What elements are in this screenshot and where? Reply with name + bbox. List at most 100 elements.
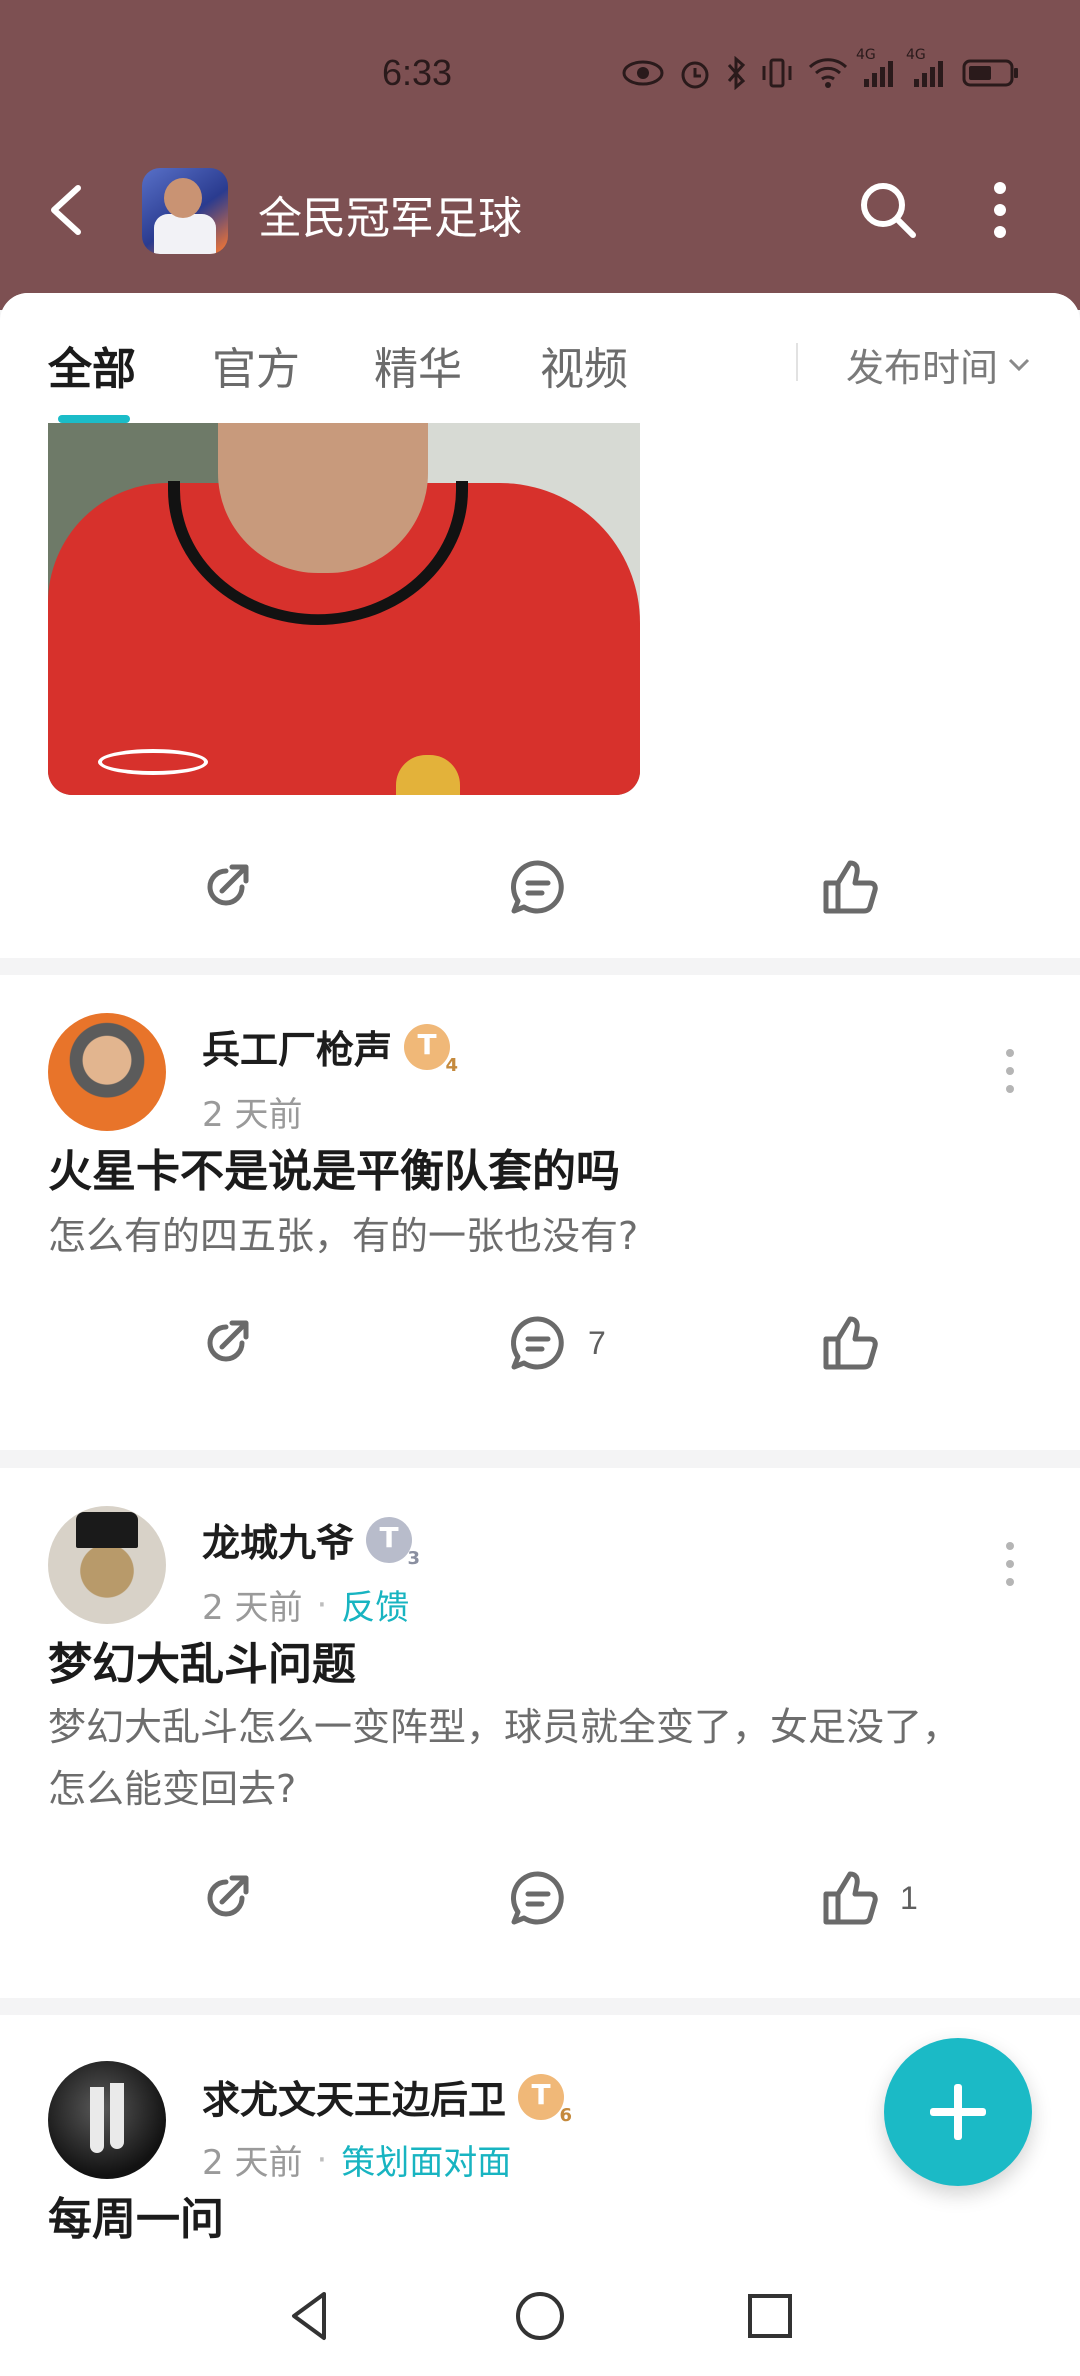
author-name-text: 求尤文天王边后卫 bbox=[202, 2078, 507, 2122]
tab-all[interactable]: 全部 bbox=[48, 333, 136, 397]
status-time: 6:33 bbox=[382, 52, 453, 93]
top-app-bar: 6:33 4G 4G 全民冠军足球 bbox=[0, 0, 1080, 310]
triangle-back-icon bbox=[292, 2292, 326, 2340]
post-time: 2 天前 bbox=[202, 1095, 303, 1135]
app-icon-player-shirt bbox=[154, 214, 216, 254]
author-name[interactable]: 龙城九爷 T 3 bbox=[202, 1512, 420, 1569]
meta-separator: · bbox=[316, 1584, 328, 1625]
share-button[interactable] bbox=[196, 847, 256, 927]
thumbs-up-icon bbox=[823, 1316, 878, 1370]
tab-featured[interactable]: 精华 bbox=[374, 333, 462, 397]
more-vertical-icon bbox=[1006, 1049, 1014, 1093]
app-icon[interactable] bbox=[142, 168, 228, 254]
avatar-logo-stroke-2 bbox=[110, 2083, 124, 2149]
post-actions: 1 bbox=[0, 1858, 1080, 1938]
sort-label: 发布时间 bbox=[846, 346, 999, 390]
post-category-tag[interactable]: 反馈 bbox=[341, 1580, 409, 1629]
avatar[interactable] bbox=[48, 1013, 166, 1131]
like-button[interactable] bbox=[820, 847, 900, 927]
level-badge: T 6 bbox=[518, 2073, 572, 2126]
comment-icon bbox=[510, 1316, 564, 1370]
badge-letter: T bbox=[379, 1520, 399, 1554]
like-count: 1 bbox=[900, 1879, 918, 1916]
comment-button[interactable]: 7 bbox=[508, 1303, 606, 1383]
post-body: 怎么有的四五张，有的一张也没有? bbox=[48, 1214, 639, 1258]
more-vertical-icon bbox=[994, 182, 1006, 238]
square-recents-icon bbox=[748, 2294, 792, 2338]
post-card[interactable]: 龙城九爷 T 3 2 天前 · 反馈 梦幻大乱斗问题 梦幻大乱斗怎么一变阵型，球… bbox=[0, 1468, 1080, 1998]
like-button[interactable]: 1 bbox=[820, 1858, 918, 1938]
post-body: 梦幻大乱斗怎么一变阵型，球员就全变了，女足没了，怎么能变回去? bbox=[48, 1705, 961, 1811]
photo-brand-logo bbox=[98, 749, 208, 775]
back-button[interactable] bbox=[44, 182, 94, 238]
post-card[interactable] bbox=[0, 423, 1080, 958]
back-arrow-icon bbox=[51, 185, 81, 235]
status-icons: 4G 4G bbox=[622, 47, 1020, 94]
post-title: 火星卡不是说是平衡队套的吗 bbox=[48, 1146, 620, 1197]
avatar[interactable] bbox=[48, 2061, 166, 2179]
author-name-text: 兵工厂枪声 bbox=[202, 1028, 393, 1072]
network-label-2: 4G bbox=[906, 47, 926, 63]
meta-separator: · bbox=[316, 2139, 328, 2180]
create-post-button[interactable] bbox=[884, 2038, 1032, 2186]
nav-home-button[interactable] bbox=[508, 2284, 572, 2348]
post-image[interactable] bbox=[48, 423, 640, 795]
tab-video[interactable]: 视频 bbox=[540, 333, 628, 397]
signal-icon-2: 4G bbox=[906, 47, 948, 93]
author-name-text: 龙城九爷 bbox=[202, 1521, 355, 1565]
author-name[interactable]: 兵工厂枪声 T 4 bbox=[202, 1019, 458, 1076]
chevron-down-icon bbox=[1008, 358, 1030, 371]
header: 全民冠军足球 bbox=[0, 160, 1080, 260]
share-icon bbox=[207, 1320, 249, 1362]
level-badge: T 4 bbox=[404, 1023, 458, 1076]
tab-bar: 全部 官方 精华 视频 发布时间 bbox=[0, 293, 1080, 423]
app-icon-player-face bbox=[164, 178, 202, 218]
post-meta: 2 天前 · 反馈 bbox=[202, 1580, 409, 1629]
badge-letter: T bbox=[417, 1027, 437, 1061]
post-actions: 7 bbox=[0, 1303, 1080, 1383]
level-badge: T 3 bbox=[366, 1516, 420, 1569]
more-vertical-icon bbox=[1006, 1542, 1014, 1586]
post-more-button[interactable] bbox=[998, 1534, 1022, 1594]
system-navigation-bar bbox=[0, 2256, 1080, 2376]
bluetooth-icon bbox=[726, 55, 746, 94]
plus-icon-vertical bbox=[954, 2084, 962, 2140]
comment-count: 7 bbox=[588, 1324, 606, 1361]
avatar[interactable] bbox=[48, 1506, 166, 1624]
post-title: 梦幻大乱斗问题 bbox=[48, 1639, 356, 1690]
battery-icon bbox=[962, 58, 1020, 92]
comment-button[interactable] bbox=[508, 847, 588, 927]
sort-dropdown[interactable]: 发布时间 bbox=[846, 337, 1030, 392]
thumbs-up-icon bbox=[823, 860, 878, 914]
nav-back-button[interactable] bbox=[278, 2284, 342, 2348]
like-button[interactable] bbox=[820, 1303, 900, 1383]
badge-level: 3 bbox=[407, 1547, 421, 1569]
author-name[interactable]: 求尤文天王边后卫 T 6 bbox=[202, 2069, 572, 2126]
post-meta: 2 天前 · 策划面对面 bbox=[202, 2135, 511, 2184]
badge-level: 4 bbox=[445, 1054, 459, 1076]
vibrate-icon bbox=[760, 56, 794, 94]
post-actions bbox=[0, 847, 1080, 927]
active-tab-indicator bbox=[58, 415, 130, 423]
nav-recents-button[interactable] bbox=[738, 2284, 802, 2348]
wifi-icon bbox=[808, 57, 848, 93]
share-button[interactable] bbox=[196, 1303, 256, 1383]
avatar-hat bbox=[76, 1512, 138, 1548]
comment-button[interactable] bbox=[508, 1858, 588, 1938]
post-card[interactable]: 兵工厂枪声 T 4 2 天前 火星卡不是说是平衡队套的吗 怎么有的四五张，有的一… bbox=[0, 975, 1080, 1450]
tab-divider bbox=[796, 343, 798, 381]
post-meta: 2 天前 bbox=[202, 1087, 302, 1136]
app-title: 全民冠军足球 bbox=[258, 193, 522, 244]
tab-official[interactable]: 官方 bbox=[212, 333, 300, 397]
post-category-tag[interactable]: 策划面对面 bbox=[341, 2135, 511, 2184]
search-icon bbox=[861, 183, 916, 238]
badge-letter: T bbox=[531, 2077, 551, 2111]
thumbs-up-icon bbox=[823, 1871, 878, 1925]
search-button[interactable] bbox=[856, 178, 920, 242]
post-more-button[interactable] bbox=[998, 1041, 1022, 1101]
comment-icon bbox=[510, 1871, 564, 1925]
avatar-logo-stroke-1 bbox=[90, 2087, 104, 2153]
share-button[interactable] bbox=[196, 1858, 256, 1938]
more-menu-button[interactable] bbox=[980, 178, 1020, 242]
post-time: 2 天前 bbox=[202, 1588, 303, 1628]
